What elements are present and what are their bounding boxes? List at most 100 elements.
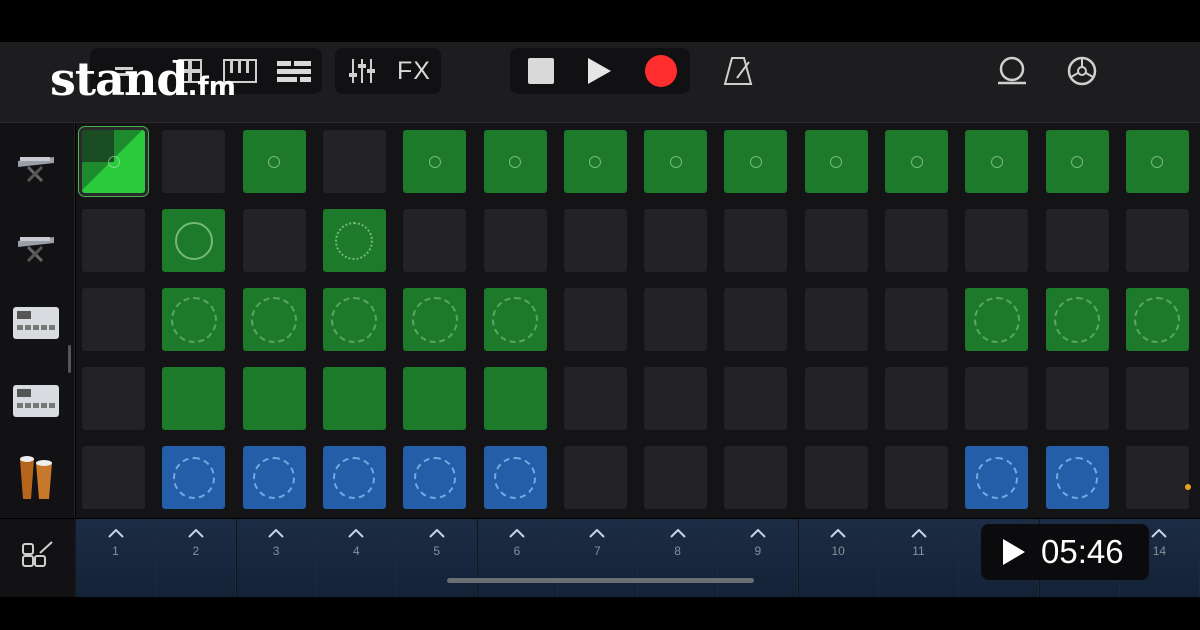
edit-grid-icon[interactable] xyxy=(0,519,74,597)
loop-cell[interactable] xyxy=(242,130,306,193)
loop-cell[interactable] xyxy=(965,367,1029,430)
loop-cell[interactable] xyxy=(483,367,547,430)
column-trigger[interactable]: 11 xyxy=(879,519,959,597)
loop-cell[interactable] xyxy=(965,446,1029,509)
loop-cell[interactable] xyxy=(1045,130,1109,193)
loop-cell[interactable] xyxy=(885,446,948,509)
loop-cell[interactable] xyxy=(724,446,788,509)
loop-cell[interactable] xyxy=(403,367,467,430)
loop-cell[interactable] xyxy=(644,130,708,193)
column-trigger[interactable]: 1 xyxy=(76,519,156,597)
metronome-icon[interactable] xyxy=(716,48,760,94)
loop-cell[interactable] xyxy=(322,288,386,351)
loop-cell[interactable] xyxy=(724,209,788,272)
loop-cell[interactable] xyxy=(563,288,627,351)
column-trigger[interactable]: 7 xyxy=(557,519,638,597)
chevron-up-icon xyxy=(188,529,204,538)
column-trigger[interactable]: 6 xyxy=(477,519,558,597)
loop-cell[interactable] xyxy=(162,209,226,272)
loop-cell[interactable] xyxy=(162,446,226,509)
loop-cell[interactable] xyxy=(483,130,547,193)
loop-cell[interactable] xyxy=(483,288,547,351)
loop-cell[interactable] xyxy=(403,130,467,193)
loop-cell[interactable] xyxy=(1125,209,1189,272)
column-trigger[interactable]: 9 xyxy=(718,519,799,597)
loop-cell[interactable] xyxy=(1125,446,1189,509)
track-scroll-indicator xyxy=(68,345,71,373)
loop-cell[interactable] xyxy=(403,446,467,509)
loop-browser-icon[interactable] xyxy=(990,48,1034,94)
column-trigger[interactable]: 2 xyxy=(156,519,237,597)
loop-cell[interactable] xyxy=(322,130,386,193)
loop-cell[interactable] xyxy=(242,288,306,351)
loop-cell[interactable] xyxy=(804,367,868,430)
stop-icon[interactable] xyxy=(516,48,566,94)
loop-cell[interactable] xyxy=(885,130,948,193)
loop-cell[interactable] xyxy=(242,446,306,509)
loop-cell[interactable] xyxy=(644,209,708,272)
loop-cell[interactable] xyxy=(322,367,386,430)
column-trigger[interactable]: 10 xyxy=(798,519,879,597)
loop-cell[interactable] xyxy=(82,130,145,193)
loop-cell[interactable] xyxy=(82,209,145,272)
loop-cell[interactable] xyxy=(162,288,226,351)
loop-cell[interactable] xyxy=(1125,367,1189,430)
loop-cell[interactable] xyxy=(885,367,948,430)
loop-cell[interactable] xyxy=(1045,446,1109,509)
synth-keyboard-icon[interactable] xyxy=(10,219,62,271)
loop-cell[interactable] xyxy=(1125,288,1189,351)
loop-cell[interactable] xyxy=(804,288,868,351)
loop-cell[interactable] xyxy=(162,367,226,430)
drum-machine-icon[interactable] xyxy=(10,375,62,427)
loop-cell[interactable] xyxy=(1045,288,1109,351)
loop-cell[interactable] xyxy=(563,130,627,193)
column-trigger[interactable]: 4 xyxy=(316,519,397,597)
synth-keyboard-icon[interactable] xyxy=(10,139,62,191)
loop-cell[interactable] xyxy=(322,446,386,509)
loop-cell[interactable] xyxy=(644,446,708,509)
loop-cell[interactable] xyxy=(804,130,868,193)
loop-cell[interactable] xyxy=(82,288,145,351)
fx-button[interactable]: FX xyxy=(391,48,437,94)
loop-cell[interactable] xyxy=(483,446,547,509)
settings-icon[interactable] xyxy=(1060,48,1104,94)
loop-cell[interactable] xyxy=(483,209,547,272)
loop-ring-icon xyxy=(589,155,602,168)
loop-cell[interactable] xyxy=(965,209,1029,272)
loop-cell[interactable] xyxy=(885,288,948,351)
loop-cell[interactable] xyxy=(885,209,948,272)
loop-cell[interactable] xyxy=(563,367,627,430)
conga-drums-icon[interactable] xyxy=(10,453,62,505)
loop-cell[interactable] xyxy=(563,209,627,272)
video-duration-badge[interactable]: 05:46 xyxy=(981,524,1149,580)
record-icon[interactable] xyxy=(636,48,686,94)
loop-cell[interactable] xyxy=(322,209,386,272)
play-icon[interactable] xyxy=(574,48,624,94)
loop-cell[interactable] xyxy=(724,288,788,351)
loop-cell[interactable] xyxy=(82,446,145,509)
drum-machine-icon[interactable] xyxy=(10,297,62,349)
loop-cell[interactable] xyxy=(563,446,627,509)
loop-cell[interactable] xyxy=(82,367,145,430)
loop-cell[interactable] xyxy=(1045,209,1109,272)
loop-cell[interactable] xyxy=(804,446,868,509)
loop-cell[interactable] xyxy=(162,130,226,193)
column-trigger[interactable]: 8 xyxy=(638,519,719,597)
loop-cell[interactable] xyxy=(724,130,788,193)
column-trigger[interactable]: 5 xyxy=(397,519,478,597)
loop-cell[interactable] xyxy=(242,209,306,272)
column-trigger[interactable]: 3 xyxy=(236,519,317,597)
track-list-icon[interactable] xyxy=(274,48,314,94)
mixer-icon[interactable] xyxy=(339,48,385,94)
loop-cell[interactable] xyxy=(242,367,306,430)
loop-cell[interactable] xyxy=(403,288,467,351)
loop-cell[interactable] xyxy=(965,130,1029,193)
loop-cell[interactable] xyxy=(804,209,868,272)
loop-cell[interactable] xyxy=(965,288,1029,351)
loop-cell[interactable] xyxy=(1045,367,1109,430)
loop-cell[interactable] xyxy=(724,367,788,430)
loop-cell[interactable] xyxy=(644,288,708,351)
loop-cell[interactable] xyxy=(1125,130,1189,193)
loop-cell[interactable] xyxy=(644,367,708,430)
loop-cell[interactable] xyxy=(403,209,467,272)
